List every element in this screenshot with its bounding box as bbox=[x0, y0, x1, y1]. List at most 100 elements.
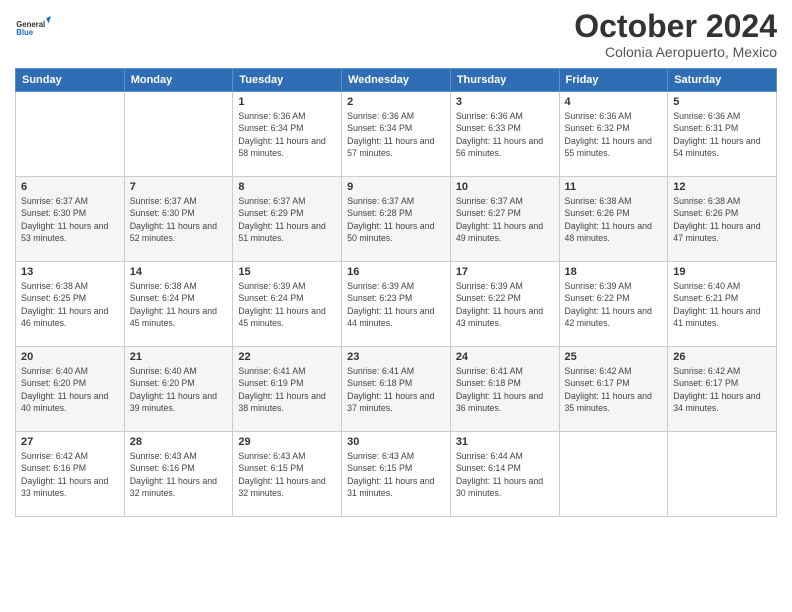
table-cell: 14 Sunrise: 6:38 AMSunset: 6:24 PMDayligh… bbox=[124, 262, 233, 347]
day-info: Sunrise: 6:43 AMSunset: 6:15 PMDaylight:… bbox=[238, 450, 336, 499]
weekday-header-tuesday: Tuesday bbox=[233, 69, 342, 92]
table-cell: 27Sunrise: 6:42 AMSunset: 6:16 PMDayligh… bbox=[16, 432, 125, 517]
day-number: 2 bbox=[347, 96, 445, 108]
week-row-1: 6Sunrise: 6:37 AMSunset: 6:30 PMDaylight… bbox=[16, 177, 777, 262]
day-info: Sunrise: 6:41 AMSunset: 6:19 PMDaylight:… bbox=[238, 365, 336, 414]
table-cell: 31Sunrise: 6:44 AMSunset: 6:14 PMDayligh… bbox=[450, 432, 559, 517]
day-info: Sunrise: 6:43 AMSunset: 6:15 PMDaylight:… bbox=[347, 450, 445, 499]
day-info: Sunrise: 6:37 AMSunset: 6:29 PMDaylight:… bbox=[238, 195, 336, 244]
day-info: Sunrise: 6:39 AMSunset: 6:22 PMDaylight:… bbox=[456, 280, 554, 329]
weekday-header-thursday: Thursday bbox=[450, 69, 559, 92]
week-row-0: 1 Sunrise: 6:36 AMSunset: 6:34 PMDaylight… bbox=[16, 92, 777, 177]
calendar: SundayMondayTuesdayWednesdayThursdayFrid… bbox=[15, 68, 777, 517]
day-info: Sunrise: 6:37 AMSunset: 6:30 PMDaylight:… bbox=[130, 195, 228, 244]
day-number: 12 bbox=[673, 181, 771, 193]
weekday-header-row: SundayMondayTuesdayWednesdayThursdayFrid… bbox=[16, 69, 777, 92]
table-cell: 18Sunrise: 6:39 AMSunset: 6:22 PMDayligh… bbox=[559, 262, 668, 347]
day-number: 24 bbox=[456, 351, 554, 363]
table-cell: 2 Sunrise: 6:36 AMSunset: 6:34 PMDaylight… bbox=[342, 92, 451, 177]
table-cell: 25 Sunrise: 6:42 AMSunset: 6:17 PMDayligh… bbox=[559, 347, 668, 432]
day-number: 28 bbox=[130, 436, 228, 448]
table-cell: 7 Sunrise: 6:37 AMSunset: 6:30 PMDaylight… bbox=[124, 177, 233, 262]
day-info: Sunrise: 6:38 AMSunset: 6:24 PMDaylight:… bbox=[130, 280, 228, 329]
day-number: 10 bbox=[456, 181, 554, 193]
table-cell: 11Sunrise: 6:38 AMSunset: 6:26 PMDayligh… bbox=[559, 177, 668, 262]
day-info: Sunrise: 6:42 AMSunset: 6:17 PMDaylight:… bbox=[673, 365, 771, 414]
day-info: Sunrise: 6:41 AMSunset: 6:18 PMDaylight:… bbox=[347, 365, 445, 414]
logo: General Blue bbox=[15, 10, 51, 46]
weekday-header-wednesday: Wednesday bbox=[342, 69, 451, 92]
weekday-header-saturday: Saturday bbox=[668, 69, 777, 92]
day-number: 5 bbox=[673, 96, 771, 108]
day-info: Sunrise: 6:37 AMSunset: 6:27 PMDaylight:… bbox=[456, 195, 554, 244]
table-cell: 4Sunrise: 6:36 AMSunset: 6:32 PMDaylight… bbox=[559, 92, 668, 177]
day-number: 14 bbox=[130, 266, 228, 278]
table-cell: 13 Sunrise: 6:38 AMSunset: 6:25 PMDayligh… bbox=[16, 262, 125, 347]
table-cell: 8 Sunrise: 6:37 AMSunset: 6:29 PMDaylight… bbox=[233, 177, 342, 262]
weekday-header-sunday: Sunday bbox=[16, 69, 125, 92]
day-info: Sunrise: 6:40 AMSunset: 6:21 PMDaylight:… bbox=[673, 280, 771, 329]
day-number: 20 bbox=[21, 351, 119, 363]
table-cell: 16 Sunrise: 6:39 AMSunset: 6:23 PMDayligh… bbox=[342, 262, 451, 347]
table-cell: 10 Sunrise: 6:37 AMSunset: 6:27 PMDayligh… bbox=[450, 177, 559, 262]
day-number: 19 bbox=[673, 266, 771, 278]
table-cell bbox=[559, 432, 668, 517]
table-cell bbox=[668, 432, 777, 517]
location: Colonia Aeropuerto, Mexico bbox=[574, 44, 777, 60]
day-info: Sunrise: 6:40 AMSunset: 6:20 PMDaylight:… bbox=[21, 365, 119, 414]
day-info: Sunrise: 6:36 AMSunset: 6:34 PMDaylight:… bbox=[238, 110, 336, 159]
svg-text:General: General bbox=[16, 20, 45, 29]
week-row-3: 20 Sunrise: 6:40 AMSunset: 6:20 PMDayligh… bbox=[16, 347, 777, 432]
day-info: Sunrise: 6:37 AMSunset: 6:30 PMDaylight:… bbox=[21, 195, 119, 244]
weekday-header-monday: Monday bbox=[124, 69, 233, 92]
day-info: Sunrise: 6:42 AMSunset: 6:16 PMDaylight:… bbox=[21, 450, 119, 499]
page: General Blue October 2024 Colonia Aeropu… bbox=[0, 0, 792, 612]
table-cell: 12Sunrise: 6:38 AMSunset: 6:26 PMDayligh… bbox=[668, 177, 777, 262]
table-cell: 22 Sunrise: 6:41 AMSunset: 6:19 PMDayligh… bbox=[233, 347, 342, 432]
day-number: 9 bbox=[347, 181, 445, 193]
table-cell: 20 Sunrise: 6:40 AMSunset: 6:20 PMDayligh… bbox=[16, 347, 125, 432]
day-number: 3 bbox=[456, 96, 554, 108]
table-cell: 19 Sunrise: 6:40 AMSunset: 6:21 PMDayligh… bbox=[668, 262, 777, 347]
day-number: 23 bbox=[347, 351, 445, 363]
day-info: Sunrise: 6:43 AMSunset: 6:16 PMDaylight:… bbox=[130, 450, 228, 499]
svg-text:Blue: Blue bbox=[16, 28, 34, 37]
table-cell bbox=[16, 92, 125, 177]
table-cell: 24 Sunrise: 6:41 AMSunset: 6:18 PMDayligh… bbox=[450, 347, 559, 432]
day-info: Sunrise: 6:39 AMSunset: 6:22 PMDaylight:… bbox=[565, 280, 663, 329]
week-row-4: 27Sunrise: 6:42 AMSunset: 6:16 PMDayligh… bbox=[16, 432, 777, 517]
day-info: Sunrise: 6:40 AMSunset: 6:20 PMDaylight:… bbox=[130, 365, 228, 414]
day-number: 25 bbox=[565, 351, 663, 363]
week-row-2: 13 Sunrise: 6:38 AMSunset: 6:25 PMDayligh… bbox=[16, 262, 777, 347]
day-info: Sunrise: 6:39 AMSunset: 6:24 PMDaylight:… bbox=[238, 280, 336, 329]
day-info: Sunrise: 6:36 AMSunset: 6:31 PMDaylight:… bbox=[673, 110, 771, 159]
table-cell: 28 Sunrise: 6:43 AMSunset: 6:16 PMDayligh… bbox=[124, 432, 233, 517]
day-info: Sunrise: 6:36 AMSunset: 6:33 PMDaylight:… bbox=[456, 110, 554, 159]
day-number: 30 bbox=[347, 436, 445, 448]
table-cell: 5 Sunrise: 6:36 AMSunset: 6:31 PMDaylight… bbox=[668, 92, 777, 177]
day-info: Sunrise: 6:36 AMSunset: 6:34 PMDaylight:… bbox=[347, 110, 445, 159]
day-info: Sunrise: 6:42 AMSunset: 6:17 PMDaylight:… bbox=[565, 365, 663, 414]
table-cell: 17 Sunrise: 6:39 AMSunset: 6:22 PMDayligh… bbox=[450, 262, 559, 347]
day-number: 15 bbox=[238, 266, 336, 278]
title-block: October 2024 Colonia Aeropuerto, Mexico bbox=[574, 10, 777, 60]
weekday-header-friday: Friday bbox=[559, 69, 668, 92]
day-number: 26 bbox=[673, 351, 771, 363]
day-info: Sunrise: 6:38 AMSunset: 6:25 PMDaylight:… bbox=[21, 280, 119, 329]
day-info: Sunrise: 6:37 AMSunset: 6:28 PMDaylight:… bbox=[347, 195, 445, 244]
table-cell: 23 Sunrise: 6:41 AMSunset: 6:18 PMDayligh… bbox=[342, 347, 451, 432]
day-number: 13 bbox=[21, 266, 119, 278]
day-number: 16 bbox=[347, 266, 445, 278]
day-number: 17 bbox=[456, 266, 554, 278]
day-number: 22 bbox=[238, 351, 336, 363]
day-info: Sunrise: 6:39 AMSunset: 6:23 PMDaylight:… bbox=[347, 280, 445, 329]
day-number: 7 bbox=[130, 181, 228, 193]
month-title: October 2024 bbox=[574, 10, 777, 42]
day-number: 1 bbox=[238, 96, 336, 108]
day-info: Sunrise: 6:41 AMSunset: 6:18 PMDaylight:… bbox=[456, 365, 554, 414]
table-cell: 1 Sunrise: 6:36 AMSunset: 6:34 PMDaylight… bbox=[233, 92, 342, 177]
day-info: Sunrise: 6:44 AMSunset: 6:14 PMDaylight:… bbox=[456, 450, 554, 499]
day-info: Sunrise: 6:36 AMSunset: 6:32 PMDaylight:… bbox=[565, 110, 663, 159]
day-number: 8 bbox=[238, 181, 336, 193]
table-cell: 26 Sunrise: 6:42 AMSunset: 6:17 PMDayligh… bbox=[668, 347, 777, 432]
